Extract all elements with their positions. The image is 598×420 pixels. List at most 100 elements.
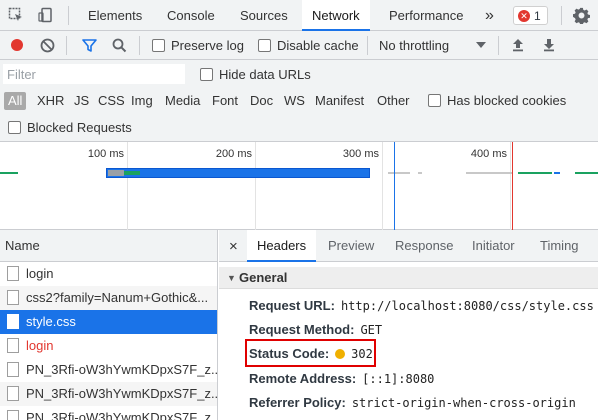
request-name: PN_3Rfi-oW3hYwmKDpxS7F_z...	[26, 362, 217, 377]
record-icon[interactable]	[7, 35, 27, 55]
timeline-gridline	[255, 142, 256, 230]
section-title: General	[239, 270, 288, 285]
tab-performance[interactable]: Performance	[379, 0, 473, 31]
timeline-overview[interactable]: 100 ms 200 ms 300 ms 400 ms	[0, 142, 598, 230]
file-icon	[7, 362, 19, 377]
timeline-bar	[106, 168, 370, 178]
request-row[interactable]: css2?family=Nanum+Gothic&...	[0, 286, 217, 310]
chevron-down-icon[interactable]	[471, 35, 491, 55]
timeline-bar	[466, 172, 512, 174]
disable-cache-checkbox[interactable]: Disable cache	[258, 38, 359, 53]
status-code-highlight	[245, 339, 376, 367]
request-row[interactable]: PN_3Rfi-oW3hYwmKDpxS7F_z...	[0, 358, 217, 382]
error-icon: ✕	[518, 9, 530, 22]
hide-data-urls-checkbox[interactable]: Hide data URLs	[200, 67, 311, 82]
tab-response[interactable]: Response	[395, 230, 454, 262]
request-row-selected[interactable]: style.css	[0, 310, 217, 334]
error-count-badge[interactable]: ✕ 1	[513, 6, 548, 25]
type-filter-xhr[interactable]: XHR	[37, 92, 64, 110]
preserve-log-checkbox[interactable]: Preserve log	[152, 38, 244, 53]
tab-console[interactable]: Console	[157, 0, 225, 31]
type-filter-media[interactable]: Media	[165, 92, 200, 110]
device-toolbar-icon[interactable]	[36, 5, 56, 25]
export-har-icon[interactable]	[539, 35, 559, 55]
type-filter-all[interactable]: All	[4, 92, 27, 110]
close-icon[interactable]: ×	[229, 238, 238, 255]
type-filter-manifest[interactable]: Manifest	[315, 92, 364, 110]
gear-icon[interactable]	[571, 5, 591, 25]
blocked-requests-label: Blocked Requests	[27, 120, 132, 135]
referrer-policy-value: strict-origin-when-cross-origin	[351, 396, 576, 410]
request-name: css2?family=Nanum+Gothic&...	[26, 290, 209, 305]
tab-network[interactable]: Network	[302, 0, 370, 31]
request-row[interactable]: PN_3Rfi-oW3hYwmKDpxS7F_z...	[0, 406, 217, 420]
type-filter-css[interactable]: CSS	[98, 92, 125, 110]
request-row[interactable]: PN_3Rfi-oW3hYwmKDpxS7F_z...	[0, 382, 217, 406]
request-method-value: GET	[360, 323, 383, 337]
request-name: style.css	[26, 314, 76, 329]
timeline-bar	[518, 172, 552, 174]
filter-bar: Hide data URLs	[0, 60, 598, 88]
import-har-icon[interactable]	[508, 35, 528, 55]
timeline-gridline	[127, 142, 128, 230]
name-column-header[interactable]: Name	[0, 230, 217, 262]
tab-preview[interactable]: Preview	[328, 230, 374, 262]
remote-address-row: Remote Address: [::1]:8080	[249, 371, 434, 386]
document-icon	[7, 266, 19, 281]
throttling-value: No throttling	[379, 38, 450, 53]
tab-timing[interactable]: Timing	[540, 230, 579, 262]
type-filter-js[interactable]: JS	[74, 92, 89, 110]
checkbox-box[interactable]	[200, 68, 213, 81]
type-filter-other[interactable]: Other	[377, 92, 410, 110]
request-url-row: Request URL: http://localhost:8080/css/st…	[249, 298, 594, 313]
detail-tab-bar: × Headers Preview Response Initiator Tim…	[219, 230, 598, 262]
request-row[interactable]: login	[0, 334, 217, 358]
clear-icon[interactable]	[37, 35, 57, 55]
general-section-header[interactable]: ▼ General	[219, 267, 598, 289]
timeline-gridline	[382, 142, 383, 230]
request-url-key: Request URL:	[249, 298, 335, 313]
checkbox-box[interactable]	[152, 39, 165, 52]
search-icon[interactable]	[109, 35, 129, 55]
timeline-gridline	[510, 142, 511, 230]
type-filter-doc[interactable]: Doc	[250, 92, 273, 110]
timeline-bar	[388, 172, 410, 174]
remote-address-key: Remote Address:	[249, 371, 357, 386]
devtools-tab-bar: Elements Console Sources Network Perform…	[0, 0, 598, 31]
timeline-bar	[575, 172, 598, 174]
request-name: PN_3Rfi-oW3hYwmKDpxS7F_z...	[26, 386, 217, 401]
file-icon	[7, 290, 19, 305]
timeline-bar	[418, 172, 422, 174]
type-filter-font[interactable]: Font	[212, 92, 238, 110]
network-toolbar: Preserve log Disable cache No throttling	[0, 31, 598, 60]
filter-input[interactable]	[3, 64, 185, 84]
filter-icon[interactable]	[79, 35, 99, 55]
checkbox-box[interactable]	[428, 94, 441, 107]
inspect-icon[interactable]	[6, 5, 26, 25]
type-filter-img[interactable]: Img	[131, 92, 153, 110]
file-icon	[7, 314, 19, 329]
request-row[interactable]: login	[0, 262, 217, 286]
referrer-policy-row: Referrer Policy: strict-origin-when-cross…	[249, 395, 576, 410]
type-filter-ws[interactable]: WS	[284, 92, 305, 110]
request-method-key: Request Method:	[249, 322, 355, 337]
checkbox-box[interactable]	[258, 39, 271, 52]
file-icon	[7, 386, 19, 401]
checkbox-box[interactable]	[8, 121, 21, 134]
tab-initiator[interactable]: Initiator	[472, 230, 515, 262]
tab-sources[interactable]: Sources	[230, 0, 298, 31]
error-count: 1	[534, 8, 541, 23]
load-event-marker	[512, 142, 513, 230]
has-blocked-cookies-checkbox[interactable]: Has blocked cookies	[428, 93, 566, 108]
request-name: PN_3Rfi-oW3hYwmKDpxS7F_z...	[26, 410, 217, 420]
more-tabs-button[interactable]: »	[475, 0, 504, 31]
request-url-value: http://localhost:8080/css/style.css	[340, 299, 594, 313]
request-name: login	[26, 266, 54, 281]
document-icon	[7, 338, 19, 353]
tab-elements[interactable]: Elements	[78, 0, 152, 31]
timeline-bar	[554, 172, 560, 174]
tab-headers[interactable]: Headers	[247, 230, 317, 262]
file-icon	[7, 410, 19, 420]
blocked-requests-checkbox[interactable]: Blocked Requests	[8, 120, 132, 135]
throttling-select[interactable]: No throttling	[379, 38, 449, 53]
